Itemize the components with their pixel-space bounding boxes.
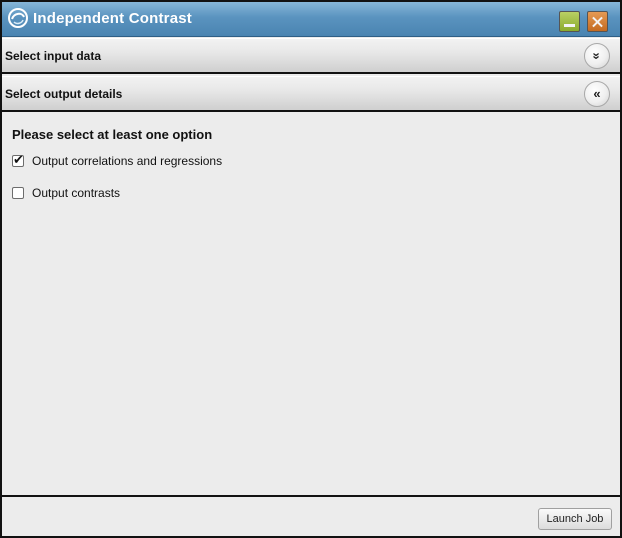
close-button[interactable] [587, 11, 608, 32]
app-logo-icon [8, 8, 28, 28]
minimize-button[interactable] [559, 11, 580, 32]
correlations-checkbox[interactable] [12, 152, 24, 168]
expand-glyph: » [589, 52, 605, 60]
section-label-output: Select output details [5, 87, 123, 101]
option-output-contrasts[interactable]: Output contrasts [12, 184, 120, 202]
section-label-input: Select input data [5, 49, 102, 63]
window-title: Independent Contrast [33, 10, 193, 27]
section-header-output[interactable]: Select output details « [2, 76, 620, 112]
independent-contrast-window: Independent Contrast Select input data »… [0, 0, 622, 538]
output-details-panel: Please select at least one option Output… [2, 114, 620, 497]
contrasts-checkbox[interactable] [12, 187, 24, 199]
chevron-double-down-icon[interactable]: » [584, 43, 610, 69]
section-header-input[interactable]: Select input data » [2, 38, 620, 74]
options-heading: Please select at least one option [12, 127, 213, 142]
title-bar[interactable]: Independent Contrast [2, 2, 620, 37]
option-output-correlations[interactable]: Output correlations and regressions [12, 152, 222, 170]
launch-job-button[interactable]: Launch Job [538, 508, 612, 530]
contrasts-label: Output contrasts [32, 186, 121, 200]
chevron-double-left-icon[interactable]: « [584, 81, 610, 107]
collapse-glyph: « [593, 86, 601, 101]
footer-bar: Launch Job [2, 499, 620, 536]
correlations-label: Output correlations and regressions [32, 154, 223, 168]
